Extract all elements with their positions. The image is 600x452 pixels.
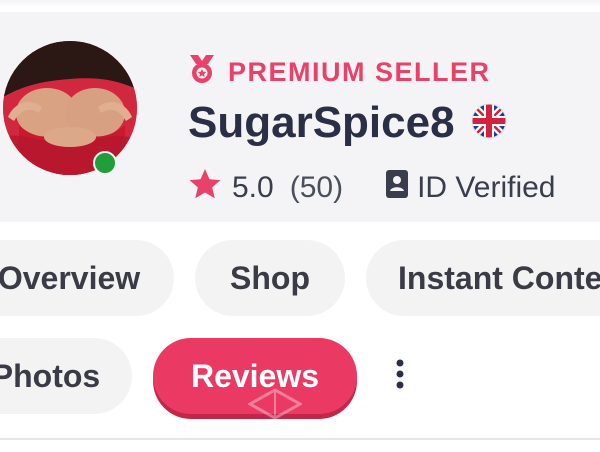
avatar[interactable] bbox=[3, 41, 137, 175]
vertical-dots-icon bbox=[395, 359, 405, 394]
star-icon bbox=[188, 168, 222, 208]
tab-overview[interactable]: Overview bbox=[0, 240, 174, 316]
seller-name[interactable]: SugarSpice8 bbox=[188, 98, 455, 148]
seller-stats-row: 5.0 (50) ID Verified bbox=[188, 168, 555, 208]
bottom-divider bbox=[0, 438, 600, 440]
id-verified-label: ID Verified bbox=[417, 171, 556, 204]
premium-seller-label: PREMIUM SELLER bbox=[228, 57, 491, 87]
seller-name-row: SugarSpice8 bbox=[188, 98, 507, 148]
tab-reviews[interactable]: Reviews bbox=[153, 338, 357, 414]
tab-photos[interactable]: Photos bbox=[0, 338, 132, 414]
seller-header-card: PREMIUM SELLER SugarSpice8 5.0 (50) ID V… bbox=[0, 12, 600, 222]
id-verified-status: ID Verified bbox=[385, 169, 555, 207]
premium-seller-badge: PREMIUM SELLER bbox=[188, 54, 491, 91]
more-tabs-button[interactable] bbox=[382, 358, 418, 394]
seller-rating[interactable]: 5.0 (50) bbox=[188, 168, 343, 208]
rating-value: 5.0 bbox=[232, 171, 274, 204]
tab-shop[interactable]: Shop bbox=[195, 240, 345, 316]
review-count: (50) bbox=[289, 171, 344, 204]
avatar-photo bbox=[3, 41, 137, 175]
id-card-icon bbox=[385, 169, 409, 207]
online-status-dot bbox=[93, 151, 117, 175]
uk-flag-icon bbox=[471, 103, 507, 144]
top-divider bbox=[0, 0, 600, 8]
seller-avatar-wrap[interactable] bbox=[3, 41, 137, 175]
seller-profile-screen: PREMIUM SELLER SugarSpice8 5.0 (50) ID V… bbox=[0, 0, 600, 452]
ribbon-medal-icon bbox=[188, 54, 216, 91]
tab-instant-content[interactable]: Instant Content bbox=[366, 240, 600, 316]
